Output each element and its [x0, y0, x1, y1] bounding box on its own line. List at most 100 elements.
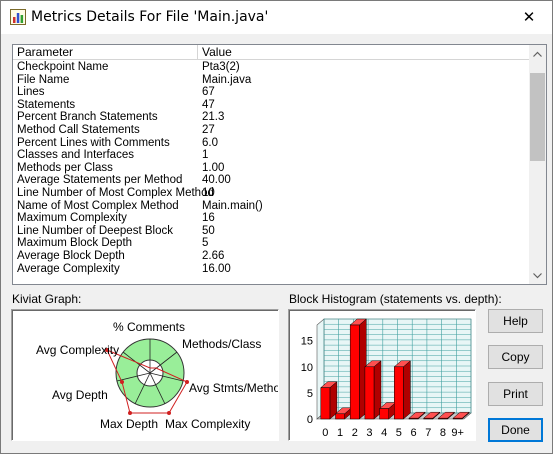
table-row[interactable]: Maximum Complexity 16 [13, 212, 531, 225]
scrollbar-thumb[interactable] [530, 73, 545, 161]
close-button[interactable]: ✕ [506, 1, 552, 33]
parameter-cell: Average Complexity [17, 262, 120, 275]
scroll-up-arrow-icon[interactable] [529, 45, 546, 62]
x-tick-label: 5 [396, 427, 402, 439]
histogram-bar [408, 417, 419, 420]
parameter-cell: Maximum Complexity [17, 212, 127, 225]
parameter-cell: Classes and Interfaces [17, 149, 134, 162]
value-cell: 1.00 [202, 161, 225, 174]
x-tick-label: 2 [352, 427, 358, 439]
x-tick-label: 4 [381, 427, 387, 439]
value-cell: 16.00 [202, 262, 231, 275]
value-cell: 21.3 [202, 111, 225, 124]
x-tick-label: 7 [425, 427, 431, 439]
metrics-rows: Checkpoint Name Pta3(2) File Name Main.java… [13, 61, 531, 275]
parameter-cell: Name of Most Complex Method [17, 199, 179, 212]
help-button[interactable]: Help [488, 309, 543, 333]
table-row[interactable]: Classes and Interfaces 1 [13, 149, 531, 162]
table-row[interactable]: Methods per Class 1.00 [13, 162, 531, 175]
y-tick-label: 15 [301, 336, 313, 348]
parameter-cell: Percent Lines with Comments [17, 136, 170, 149]
parameter-cell: Methods per Class [17, 161, 113, 174]
histogram-bar [335, 413, 345, 420]
histogram-label: Block Histogram (statements vs. depth): [289, 292, 502, 306]
table-row[interactable]: Statements 47 [13, 99, 531, 112]
window-title: Metrics Details For File 'Main.java' [31, 9, 269, 25]
kiviat-axis-label: Methods/Class [182, 337, 261, 351]
value-cell: 1 [202, 149, 209, 162]
kiviat-axis-label: % Comments [113, 320, 185, 334]
table-row[interactable]: Method Call Statements 27 [13, 124, 531, 137]
column-header-parameter[interactable]: Parameter [13, 45, 198, 60]
histogram-bar [438, 417, 448, 420]
x-tick-label: 6 [410, 427, 416, 439]
histogram-bar-side [403, 360, 411, 420]
table-row[interactable]: Lines 67 [13, 86, 531, 99]
table-row[interactable]: Line Number of Most Complex Method 10 [13, 187, 531, 200]
table-row[interactable]: Average Statements per Method 40.00 [13, 174, 531, 187]
table-row[interactable]: Line Number of Deepest Block 50 [13, 225, 531, 238]
histogram-bar [452, 417, 463, 420]
value-cell: 67 [202, 86, 215, 99]
kiviat-axis-label: Max Complexity [165, 417, 250, 431]
table-row[interactable]: Average Block Depth 2.66 [13, 250, 531, 263]
table-row[interactable]: Name of Most Complex Method Main.main() [13, 200, 531, 213]
table-row[interactable]: Maximum Block Depth 5 [13, 237, 531, 250]
parameter-cell: Percent Branch Statements [17, 111, 158, 124]
metrics-list[interactable]: Parameter Value Checkpoint Name Pta3(2) Fi… [12, 44, 547, 285]
parameter-cell: Line Number of Most Complex Method [17, 186, 214, 199]
table-row[interactable]: Percent Lines with Comments 6.0 [13, 137, 531, 150]
parameter-cell: Lines [17, 86, 45, 99]
value-cell: 16 [202, 212, 215, 225]
metrics-list-header: Parameter Value [13, 45, 531, 60]
value-cell: 27 [202, 123, 215, 136]
block-histogram: 0510150 1 2 3 4 5 6 7 8 9+ [301, 318, 472, 439]
title-bar: Metrics Details For File 'Main.java' ✕ [1, 1, 552, 34]
value-cell: Pta3(2) [202, 61, 240, 73]
y-tick-label: 10 [301, 362, 313, 374]
column-header-value[interactable]: Value [198, 45, 531, 60]
kiviat-axis-label: Avg Stmts/Method [189, 381, 278, 395]
value-cell: 50 [202, 224, 215, 237]
histogram-bar [379, 408, 389, 420]
parameter-cell: File Name [17, 73, 70, 86]
table-row[interactable]: Average Complexity 16.00 [13, 263, 531, 276]
value-cell: 10 [202, 186, 215, 199]
table-row[interactable]: Checkpoint Name Pta3(2) [13, 61, 531, 74]
kiviat-label: Kiviat Graph: [12, 292, 82, 306]
table-row[interactable]: Percent Branch Statements 21.3 [13, 111, 531, 124]
kiviat-axis-label: Avg Complexity [36, 343, 119, 357]
scroll-down-arrow-icon[interactable] [529, 267, 546, 284]
value-cell: 5 [202, 237, 209, 250]
kiviat-graph-panel: % Comments Methods/Class Avg Stmts/Metho… [11, 309, 279, 441]
value-cell: 47 [202, 98, 215, 111]
value-cell: 2.66 [202, 249, 225, 262]
y-tick-label: 5 [307, 388, 313, 400]
table-row[interactable]: File Name Main.java [13, 74, 531, 87]
parameter-cell: Checkpoint Name [17, 61, 109, 73]
parameter-cell: Average Statements per Method [17, 174, 183, 187]
parameter-cell: Line Number of Deepest Block [17, 224, 173, 237]
y-tick-label: 0 [307, 414, 313, 426]
parameter-cell: Average Block Depth [17, 249, 125, 262]
parameter-cell: Method Call Statements [17, 123, 140, 136]
metrics-dialog: Metrics Details For File 'Main.java' ✕ P… [0, 0, 553, 454]
copy-button[interactable]: Copy [488, 345, 543, 369]
x-tick-label: 1 [337, 427, 343, 439]
histogram-bar [349, 324, 360, 420]
parameter-cell: Statements [17, 98, 76, 111]
print-button[interactable]: Print [488, 382, 543, 406]
vertical-scrollbar[interactable] [529, 45, 546, 284]
parameter-cell: Maximum Block Depth [17, 237, 133, 250]
histogram-bar [320, 387, 331, 420]
close-icon: ✕ [522, 9, 536, 26]
value-cell: 40.00 [202, 174, 231, 187]
done-button[interactable]: Done [488, 418, 543, 442]
value-cell: Main.main() [202, 199, 263, 212]
histogram-bar [423, 417, 434, 420]
histogram-bar [394, 366, 404, 420]
kiviat-graph: % Comments Methods/Class Avg Stmts/Metho… [36, 320, 278, 431]
x-tick-label: 8 [440, 427, 446, 439]
x-tick-label: 3 [366, 427, 372, 439]
histogram-bar [364, 366, 375, 420]
